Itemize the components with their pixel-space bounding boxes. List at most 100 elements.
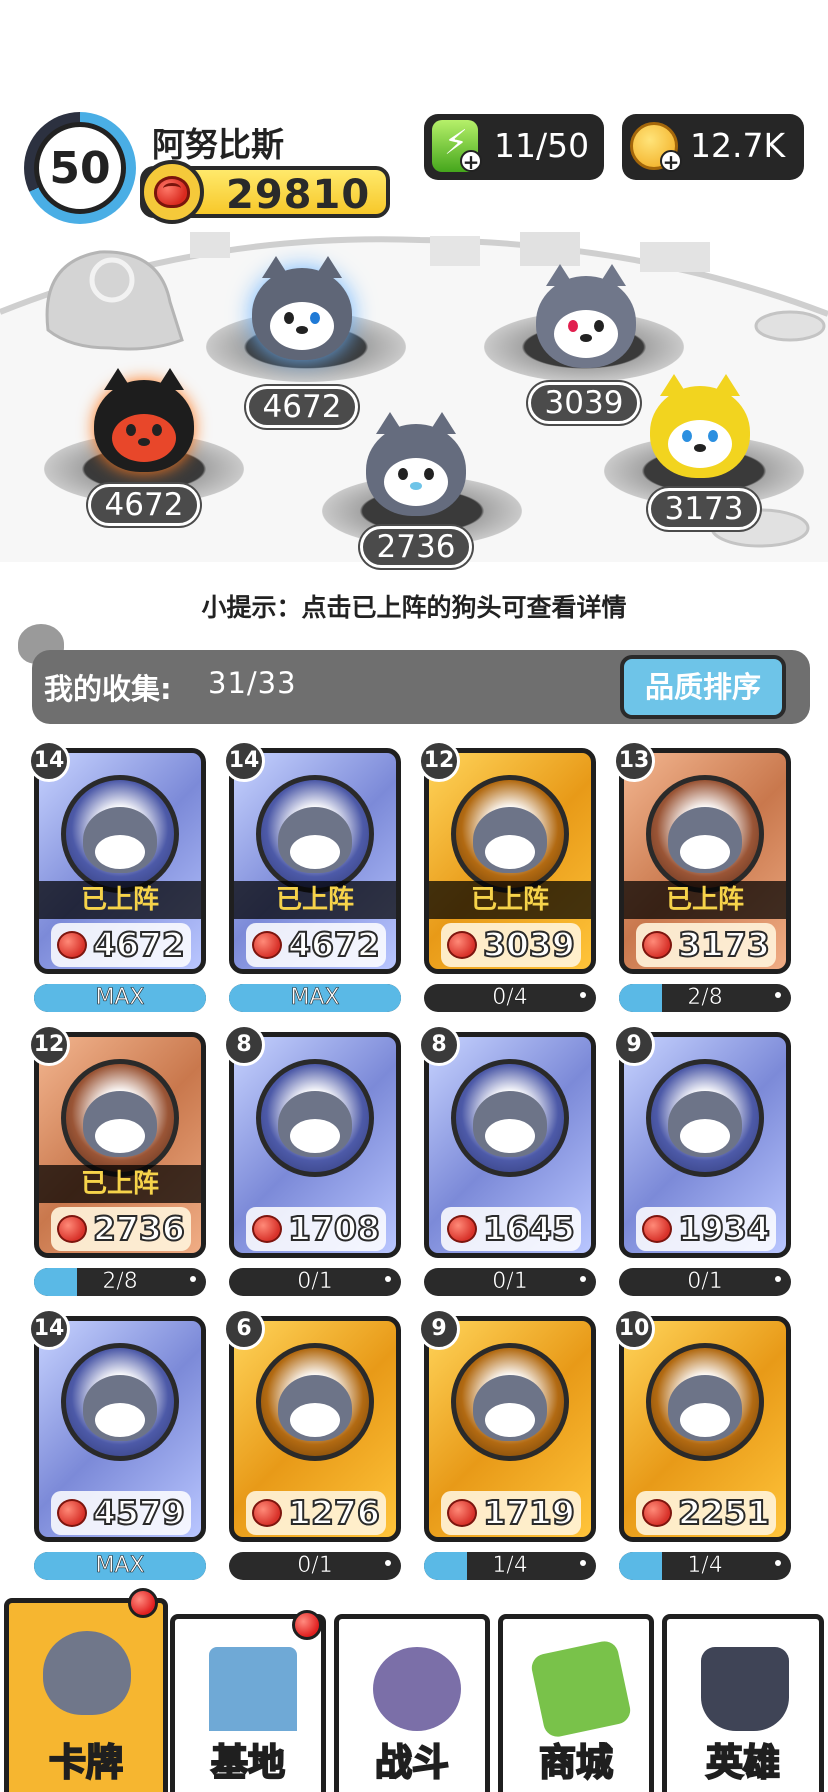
card-level-badge: 14 [28, 740, 70, 782]
deployed-dog-laser[interactable] [536, 264, 636, 368]
tab-cards[interactable]: 卡牌 [4, 1598, 168, 1792]
card-power: 1708 [246, 1207, 386, 1251]
card-progress-text: 2/8 [687, 985, 723, 1011]
deployed-label: 已上阵 [39, 1165, 201, 1203]
collection-card[interactable]: 已上阵 4672 [34, 748, 206, 974]
tab-battle[interactable]: 战斗 [334, 1614, 490, 1792]
power-fist-icon [642, 1499, 672, 1527]
card-power: 3173 [636, 923, 776, 967]
deployed-label: 已上阵 [624, 881, 786, 919]
deployed-dog-baby[interactable] [366, 412, 466, 516]
bottom-nav: 卡牌 基地 战斗 商城 英雄 [0, 1588, 828, 1792]
tab-battle-label: 战斗 [374, 1740, 450, 1785]
collection-card[interactable]: 1645 [424, 1032, 596, 1258]
battlefield-power-label: 4672 [246, 386, 358, 428]
card-progress-text: 0/1 [687, 1269, 723, 1295]
player-level-ring[interactable]: 50 [24, 112, 136, 224]
tab-base[interactable]: 基地 [170, 1614, 326, 1792]
tab-cards-label: 卡牌 [48, 1740, 124, 1785]
tab-shop[interactable]: 商城 [498, 1614, 654, 1792]
card-power-value: 4672 [92, 924, 186, 965]
card-progress-text: 0/4 [492, 985, 528, 1011]
energy-value: 11/50 [494, 126, 590, 165]
collection-card[interactable]: 2251 [619, 1316, 791, 1542]
deployed-label: 已上阵 [429, 881, 591, 919]
card-power: 1645 [441, 1207, 581, 1251]
card-progress-bar: 0/1 [424, 1268, 596, 1296]
battlefield-power-label: 2736 [360, 526, 472, 568]
card-power-value: 2736 [92, 1208, 186, 1249]
coin-resource[interactable]: + 12.7K [622, 114, 804, 180]
card-power-value: 1276 [287, 1492, 381, 1533]
add-energy-icon[interactable]: + [460, 150, 482, 172]
card-progress-bar: MAX [34, 1552, 206, 1580]
collection-card[interactable]: 已上阵 3173 [619, 748, 791, 974]
dog-head-icon [43, 1631, 131, 1715]
power-fist-icon [447, 1499, 477, 1527]
card-power-value: 3039 [482, 924, 576, 965]
card-progress-bar: 1/4 [619, 1552, 791, 1580]
coin-value: 12.7K [690, 126, 786, 165]
progress-dot [775, 1560, 781, 1566]
collection-card[interactable]: 已上阵 2736 [34, 1032, 206, 1258]
card-power: 1934 [636, 1207, 776, 1251]
collection-card[interactable]: 1934 [619, 1032, 791, 1258]
tab-base-label: 基地 [210, 1740, 286, 1785]
card-progress-bar: 2/8 [619, 984, 791, 1012]
card-progress-text: 1/4 [687, 1553, 723, 1579]
card-progress-bar: MAX [229, 984, 401, 1012]
dog-head-icon [473, 807, 547, 873]
card-progress-bar: MAX [34, 984, 206, 1012]
tab-heroes[interactable]: 英雄 [662, 1614, 824, 1792]
card-progress-bar: 0/4 [424, 984, 596, 1012]
progress-dot [775, 1276, 781, 1282]
card-power-value: 1645 [482, 1208, 576, 1249]
card-level-badge: 9 [613, 1024, 655, 1066]
card-power: 3039 [441, 923, 581, 967]
paw-icon [373, 1647, 461, 1731]
dog-head-icon [83, 807, 157, 873]
tab-heroes-label: 英雄 [705, 1740, 781, 1785]
card-progress-text: MAX [290, 985, 340, 1011]
dog-head-icon [278, 1091, 352, 1157]
card-power: 4579 [51, 1491, 191, 1535]
deployed-dog-cyber[interactable] [252, 256, 352, 360]
card-level-badge: 14 [223, 740, 265, 782]
dog-head-icon [668, 807, 742, 873]
progress-dot [580, 1560, 586, 1566]
deployed-dog-crying[interactable] [650, 374, 750, 478]
collection-card[interactable]: 1719 [424, 1316, 596, 1542]
hero-dog-icon [701, 1647, 789, 1731]
card-power: 4672 [51, 923, 191, 967]
collection-card[interactable]: 1708 [229, 1032, 401, 1258]
deployed-dog-fire[interactable] [94, 368, 194, 472]
dog-head-icon [83, 1375, 157, 1441]
card-level-badge: 10 [613, 1308, 655, 1350]
card-level-badge: 8 [418, 1024, 460, 1066]
collection-card[interactable]: 4579 [34, 1316, 206, 1542]
card-progress-text: 0/1 [492, 1269, 528, 1295]
card-level-badge: 13 [613, 740, 655, 782]
tab-shop-label: 商城 [538, 1740, 614, 1785]
deployed-label: 已上阵 [234, 881, 396, 919]
progress-dot [385, 1560, 391, 1566]
card-power: 1719 [441, 1491, 581, 1535]
power-fist-icon [447, 1215, 477, 1243]
power-fist-icon [57, 931, 87, 959]
card-progress-text: 1/4 [492, 1553, 528, 1579]
collection-card[interactable]: 已上阵 4672 [229, 748, 401, 974]
energy-resource[interactable]: ⚡ + 11/50 [424, 114, 604, 180]
progress-dot [775, 992, 781, 998]
collection-card[interactable]: 1276 [229, 1316, 401, 1542]
card-power-value: 4579 [92, 1492, 186, 1533]
add-coins-icon[interactable]: + [660, 150, 682, 172]
power-fist-icon [252, 931, 282, 959]
collection-card[interactable]: 已上阵 3039 [424, 748, 596, 974]
cards-notification-dot [128, 1588, 158, 1618]
dog-head-icon [473, 1375, 547, 1441]
power-fist-icon [642, 931, 672, 959]
quality-sort-button[interactable]: 品质排序 [620, 655, 786, 719]
card-progress-bar: 0/1 [229, 1552, 401, 1580]
card-progress-text: 0/1 [297, 1269, 333, 1295]
card-progress-text: MAX [95, 1553, 145, 1579]
